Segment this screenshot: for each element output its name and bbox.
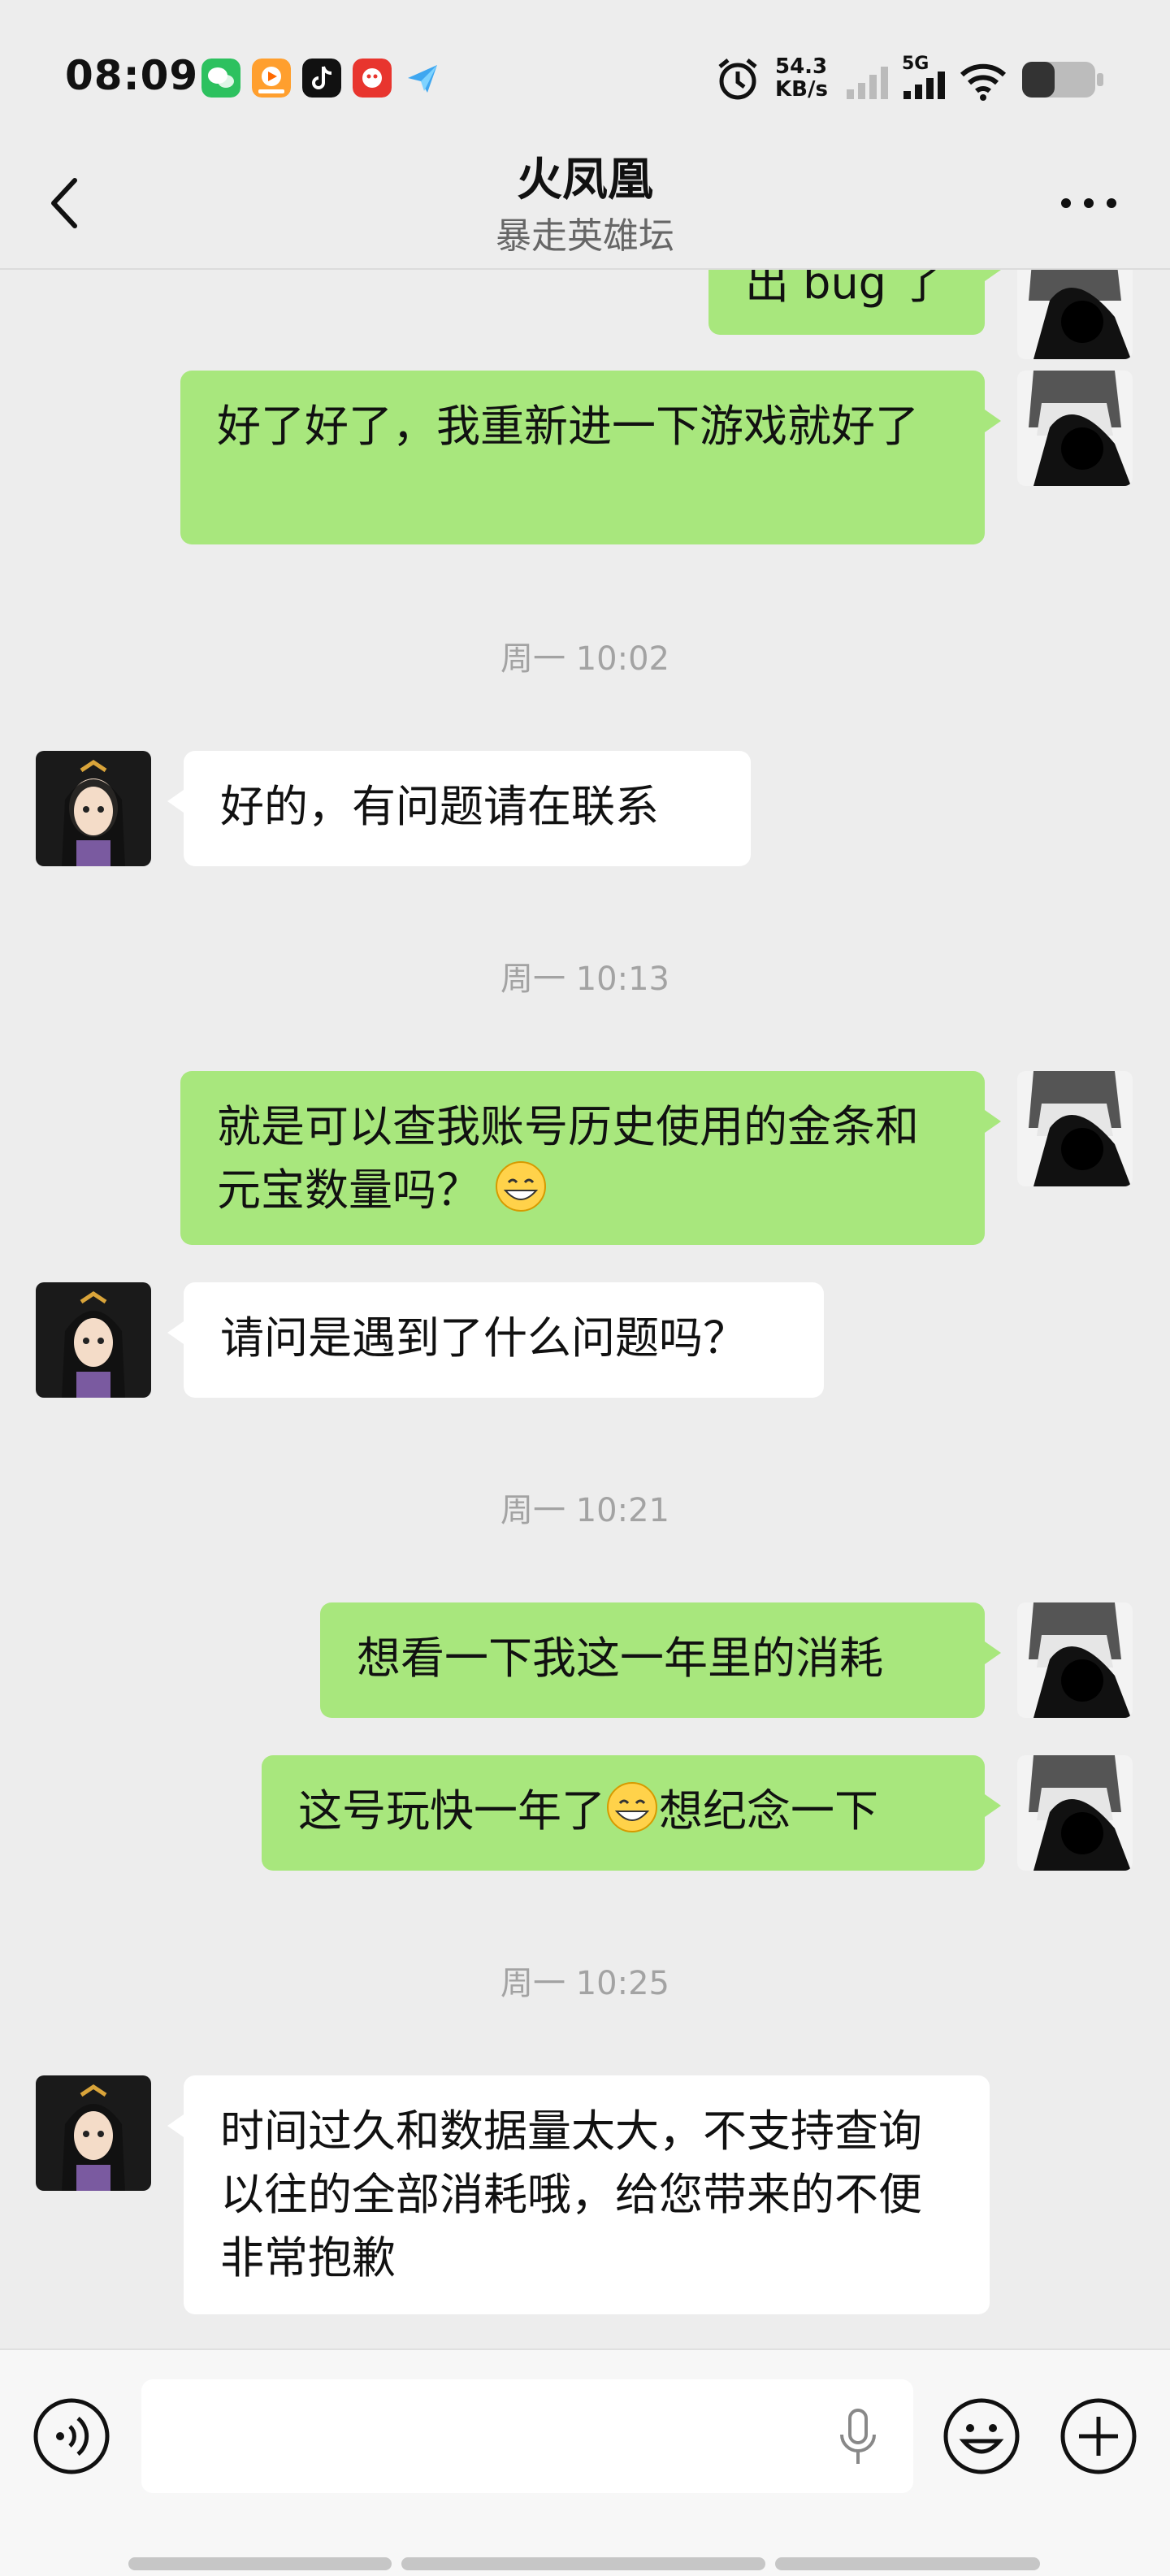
my-avatar[interactable] [1017,371,1133,486]
message-bubble-theirs[interactable]: 好的，有问题请在联系 [167,751,751,866]
red-app-icon [353,59,392,98]
add-icon[interactable] [1058,2396,1139,2477]
timestamp: 周一 10:13 [500,961,670,998]
avatar-image [36,751,151,866]
message-bubble-theirs[interactable]: 时间过久和数据量太大，不支持查询以往的全部消耗哦，给您带来的不便非常抱歉 [167,2075,990,2314]
message-text: 想看一下我这一年里的消耗 [357,1633,883,1684]
more-icon[interactable] [1056,179,1121,228]
message-text: 这号玩快一年了 [298,1785,605,1837]
video-app-icon [252,59,291,98]
status-time: 08:09 [65,52,199,99]
chat-area[interactable]: 出 bug 了 好了好了，我重新进一下游戏就好了 周一 10:02 好的，有问题… [0,268,1170,2348]
send-app-icon [408,65,437,93]
message-input[interactable] [141,2379,913,2493]
message-text: 好的，有问题请在联系 [220,781,659,832]
input-bar [0,2348,1170,2576]
net-speed-unit: KB/s [775,77,828,102]
avatar-image [36,2075,151,2191]
avatar-image [1017,1071,1133,1186]
avatar-image [1017,1602,1133,1718]
my-avatar[interactable] [1017,1602,1133,1718]
my-avatar[interactable] [1017,1071,1133,1186]
grin-emoji-icon [496,1161,547,1212]
avatar-image [1017,371,1133,486]
nav-gesture-bar[interactable] [401,2557,765,2570]
message-text: 就是可以查我账号历史使用的金条和元宝数量吗？ [217,1101,919,1216]
status-bar: 08:09 54.3 KB/s 5G [0,0,1170,138]
nav-gesture-bar[interactable] [775,2557,1040,2570]
battery-icon [1022,62,1103,98]
message-bubble-mine[interactable]: 就是可以查我账号历史使用的金条和元宝数量吗？ [180,1071,1001,1245]
chat-header: 火凤凰 暴走英雄坛 [0,138,1170,270]
contact-avatar[interactable] [36,751,151,866]
message-bubble-mine[interactable]: 想看一下我这一年里的消耗 [320,1602,1001,1718]
message-text: 想纪念一下 [659,1785,878,1837]
signal-icon [847,67,888,99]
emoji-icon[interactable] [941,2396,1022,2477]
net-speed: 54.3 KB/s [775,55,828,101]
signal-5g-icon [904,72,945,99]
message-bubble-mine[interactable]: 出 bug 了 [708,268,1001,335]
chat-subtitle: 暴走英雄坛 [496,215,674,257]
nav-gesture-bar[interactable] [128,2557,392,2570]
wifi-icon [960,63,1007,101]
message-text: 时间过久和数据量太大，不支持查询以往的全部消耗哦，给您带来的不便非常抱歉 [220,2105,922,2283]
wechat-icon [202,59,240,98]
tiktok-icon [302,59,341,98]
contact-avatar[interactable] [36,1282,151,1398]
alarm-icon [718,59,757,100]
net-speed-value: 54.3 [775,54,828,79]
message-text: 请问是遇到了什么问题吗？ [220,1312,747,1364]
timestamp: 周一 10:02 [500,640,670,678]
voice-mode-icon[interactable] [31,2396,112,2477]
grin-emoji-icon [607,1782,657,1832]
message-bubble-mine[interactable]: 好了好了，我重新进一下游戏就好了 [180,371,1001,544]
my-avatar[interactable] [1017,268,1133,359]
chat-title: 火凤凰 [517,154,653,206]
contact-avatar[interactable] [36,2075,151,2191]
message-text: 好了好了，我重新进一下游戏就好了 [217,401,919,452]
avatar-image [36,1282,151,1398]
message-bubble-theirs[interactable]: 请问是遇到了什么问题吗？ [167,1282,824,1398]
avatar-image [1017,1755,1133,1871]
microphone-icon[interactable] [834,2407,882,2469]
message-bubble-mine[interactable]: 这号玩快一年了 想纪念一下 [262,1755,1001,1871]
my-avatar[interactable] [1017,1755,1133,1871]
timestamp: 周一 10:25 [500,1965,670,2002]
avatar-image [1017,268,1133,359]
timestamp: 周一 10:21 [500,1492,670,1529]
message-text: 出 bug 了 [745,268,945,309]
